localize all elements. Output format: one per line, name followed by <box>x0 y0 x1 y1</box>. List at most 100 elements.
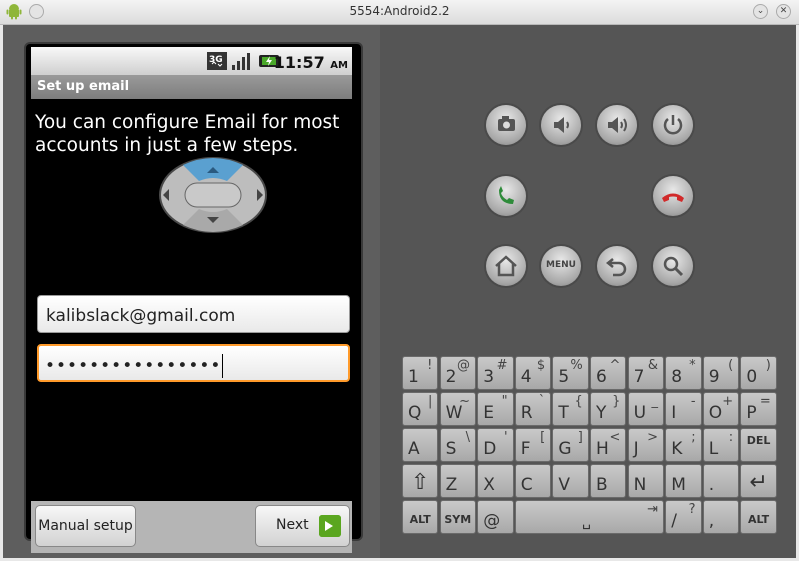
key-sym[interactable]: SYM <box>439 500 476 534</box>
3g-data-icon: 3G <box>207 52 227 70</box>
volume-up-button[interactable] <box>597 105 637 145</box>
key-8[interactable]: 8 * <box>665 356 702 390</box>
key-enter[interactable]: ↵ <box>740 464 777 498</box>
manual-setup-button[interactable]: Manual setup <box>35 505 136 547</box>
key-at[interactable]: @ <box>477 500 514 534</box>
key-b[interactable]: B <box>590 464 627 498</box>
key-alt-label: ( <box>728 358 734 373</box>
volume-down-button[interactable] <box>541 105 581 145</box>
key-1[interactable]: 1! <box>402 356 439 390</box>
key-j[interactable]: J > <box>627 428 664 462</box>
key-label: S <box>445 439 457 459</box>
key-slash[interactable]: /? <box>665 500 702 534</box>
key-i[interactable]: I- <box>665 392 702 426</box>
key-4[interactable]: 4 $ <box>514 356 552 390</box>
key-label: SYM <box>444 513 472 526</box>
key-r[interactable]: R ` <box>514 392 552 426</box>
key-alt[interactable]: ALT <box>740 500 777 534</box>
emulator-frame: 3G 11:57 AM Set up email You can configu… <box>3 25 796 558</box>
key-alt-label: ' <box>504 430 508 445</box>
key-5[interactable]: 5% <box>552 356 589 390</box>
key-3[interactable]: 3 # <box>477 356 514 390</box>
key-label: R <box>520 403 533 423</box>
key-alt-label: _ <box>651 394 658 409</box>
key-alt-label: " <box>501 394 508 409</box>
key-x[interactable]: X <box>477 464 514 498</box>
dpad-center[interactable] <box>184 182 242 208</box>
key-7[interactable]: 7 & <box>627 356 664 390</box>
email-field[interactable]: kalibslack@gmail.com <box>37 295 350 333</box>
key-p[interactable]: P = <box>740 392 777 426</box>
key-alt-label: * <box>689 358 696 373</box>
volume-up-icon <box>608 117 627 133</box>
key-label: 4 <box>520 367 532 387</box>
key-label: . <box>708 475 715 495</box>
call-button[interactable] <box>486 176 526 216</box>
key-l[interactable]: L: <box>702 428 740 462</box>
key-space[interactable]: ␣ ⇥ <box>514 500 664 534</box>
key-label: J <box>633 439 639 459</box>
key-label: K <box>671 439 683 459</box>
key-6[interactable]: 6 ^ <box>590 356 627 390</box>
back-button[interactable] <box>597 246 637 286</box>
close-button[interactable]: ✕ <box>776 4 791 19</box>
next-arrow-icon <box>319 515 341 537</box>
key-9[interactable]: 9( <box>702 356 740 390</box>
search-button[interactable] <box>653 246 693 286</box>
key-period[interactable]: . <box>702 464 740 498</box>
key-label: X <box>483 475 495 495</box>
key-h[interactable]: H < <box>590 428 627 462</box>
key-c[interactable]: C <box>514 464 552 498</box>
key-y[interactable]: Y} <box>590 392 627 426</box>
key-label: Z <box>445 475 458 495</box>
key-label: Q <box>408 403 422 423</box>
key-label: P <box>746 403 757 423</box>
key-alt-label: $ <box>536 358 546 373</box>
key-label: C <box>520 475 533 495</box>
key-q[interactable]: Q | <box>402 392 439 426</box>
key-0[interactable]: 0) <box>740 356 777 390</box>
key-o[interactable]: O + <box>702 392 740 426</box>
key-z[interactable]: Z <box>439 464 476 498</box>
key-label: E <box>483 403 494 423</box>
key-v[interactable]: V <box>552 464 589 498</box>
key-t[interactable]: T{ <box>552 392 589 426</box>
end-call-button[interactable] <box>653 176 693 216</box>
power-button[interactable] <box>653 105 693 145</box>
home-button[interactable] <box>486 246 526 286</box>
key-label: DEL <box>746 434 771 447</box>
key-a[interactable]: A <box>402 428 439 462</box>
password-field[interactable]: •••••••••••••••• <box>37 344 350 382</box>
space-icon: ␣ <box>582 514 591 530</box>
key-label: F <box>520 439 531 459</box>
key-w[interactable]: W ~ <box>439 392 476 426</box>
minimize-button[interactable]: ⌄ <box>753 4 768 19</box>
key-label: 0 <box>746 367 758 387</box>
next-button[interactable]: Next <box>255 505 350 547</box>
key-e[interactable]: E " <box>477 392 514 426</box>
key-alt-label: ~ <box>459 394 470 409</box>
key-u[interactable]: U _ <box>627 392 664 426</box>
key-k[interactable]: K; <box>665 428 702 462</box>
screen-title: Set up email <box>37 79 130 94</box>
menu-button[interactable]: MENU <box>541 246 581 286</box>
window-title: 5554:Android2.2 <box>349 4 450 18</box>
key-n[interactable]: N <box>627 464 664 498</box>
key-alt-label: : <box>728 430 734 445</box>
key-s[interactable]: S \ <box>439 428 476 462</box>
key-shift[interactable]: ⇧ <box>402 464 439 498</box>
key-d[interactable]: D ' <box>477 428 514 462</box>
key-2[interactable]: 2 @ <box>439 356 476 390</box>
key-comma[interactable]: , <box>702 500 740 534</box>
key-alt-label: \ <box>465 430 470 445</box>
key-f[interactable]: F[ <box>514 428 552 462</box>
key-m[interactable]: M <box>665 464 702 498</box>
key-label: , <box>708 511 715 531</box>
key-alt[interactable]: ALT <box>402 500 439 534</box>
camera-button[interactable] <box>486 105 526 145</box>
key-g[interactable]: G] <box>552 428 589 462</box>
key-alt-label: [ <box>540 430 546 445</box>
button-bar: Manual setup Next <box>31 501 352 553</box>
key-del[interactable]: DEL <box>740 428 777 462</box>
key-alt-label: % <box>570 358 583 373</box>
